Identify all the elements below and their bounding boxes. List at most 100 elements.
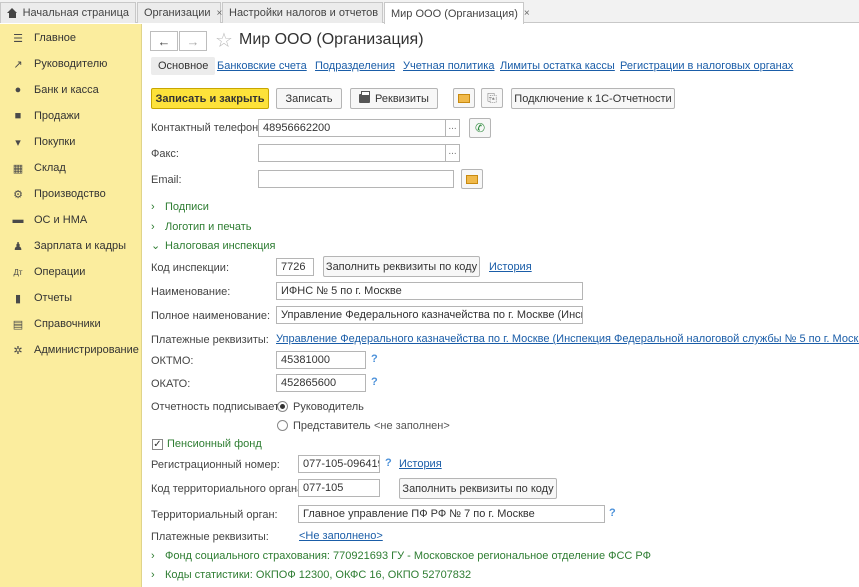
group-statistics-codes[interactable]: › Коды статистики: ОКПОФ 12300, ОКФС 16,… [151,569,471,581]
truck-icon: ▬ [12,214,24,226]
tab-organizations[interactable]: Организации × [137,2,222,23]
requisites-button[interactable]: Реквизиты [350,88,438,109]
group-fss[interactable]: › Фонд социального страхования: 77092169… [151,550,651,562]
sidebar-item-salary[interactable]: ♟ Зарплата и кадры [0,234,142,258]
chevron-right-icon: › [151,550,155,562]
book-icon: ▤ [12,318,24,331]
page-title: Мир ООО (Организация) [239,31,424,48]
subtab-tax-registrations[interactable]: Регистрации в налоговых органах [620,60,793,72]
chevron-right-icon: › [151,569,155,581]
signer-label: Отчетность подписывает: [151,401,283,413]
sidebar-item-label: Зарплата и кадры [34,240,127,252]
group-signatures[interactable]: › Подписи [151,201,209,213]
coins-icon: ● [14,84,22,96]
sidebar-item-main[interactable]: ☰ Главное [0,26,142,50]
arrow-right-icon: → [186,33,200,49]
send-email-button[interactable] [461,169,483,189]
sidebar-item-bank[interactable]: ● Банк и касса [0,78,142,102]
fax-select-button[interactable]: ... [446,144,460,162]
sidebar-item-assets[interactable]: ▬ ОС и НМА [0,208,142,232]
pension-reg-input[interactable]: 077-105-096419 [298,455,380,473]
envelope-icon [466,174,478,184]
favorite-star-icon[interactable]: ☆ [215,28,233,53]
subtab-accounting-policy[interactable]: Учетная политика [403,60,494,72]
pension-code-input[interactable]: 077-105 [298,479,380,497]
pension-organ-input[interactable]: Главное управление ПФ РФ № 7 по г. Москв… [298,505,605,523]
paperclip-icon: ⎘ [487,90,497,105]
person-icon: ♟ [13,240,23,253]
sidebar-item-reports[interactable]: ▮ Отчеты [0,286,142,310]
pension-payment-label: Платежные реквизиты: [151,531,269,543]
button-label: Заполнить реквизиты по коду [325,260,478,273]
okato-input[interactable]: 452865600 [276,374,366,392]
tax-fullname-input[interactable]: Управление Федерального казначейства по … [276,306,583,324]
phone-input[interactable]: 48956662200 [258,119,446,137]
bag-icon: ■ [14,110,22,122]
pension-history-link[interactable]: История [399,458,442,470]
sidebar-item-references[interactable]: ▤ Справочники [0,312,142,336]
tax-code-label: Код инспекции: [151,262,230,274]
tax-code-input[interactable]: 7726 [276,258,314,276]
subtab-cash-limits[interactable]: Лимиты остатка кассы [500,60,615,72]
fax-input[interactable] [258,144,446,162]
sidebar-item-operations[interactable]: Дт Операции [0,260,142,284]
tab-organization-mir[interactable]: Мир ООО (Организация) × [384,2,530,24]
pension-reg-label: Регистрационный номер: [151,459,280,471]
tab-tax-settings[interactable]: Настройки налогов и отчетов × [222,2,390,23]
close-icon[interactable]: × [524,8,530,19]
signer-director-radio[interactable] [277,401,288,412]
phone-select-button[interactable]: ... [446,119,460,137]
oktmo-input[interactable]: 45381000 [276,351,366,369]
sidebar-item-label: Операции [34,266,86,278]
button-label: Реквизиты [375,92,429,105]
group-tax-inspection[interactable]: ⌄ Налоговая инспекция [151,239,275,253]
subtab-bank-accounts[interactable]: Банковские счета [217,60,307,72]
group-pension-fund[interactable]: Пенсионный фонд [167,438,262,450]
pension-code-label: Код территориального органа: [151,483,307,495]
save-and-close-button[interactable]: Записать и закрыть [151,88,269,109]
sidebar-item-production[interactable]: ⚙ Производство [0,182,142,206]
pension-payment-link[interactable]: <Не заполнено> [299,530,383,542]
help-icon[interactable]: ? [371,376,378,388]
chevron-right-icon: › [151,201,155,213]
help-icon[interactable]: ? [371,353,378,365]
menu-icon: ☰ [13,32,23,45]
fax-label: Факс: [151,148,179,160]
sidebar-item-sales[interactable]: ■ Продажи [0,104,142,128]
call-button[interactable]: ✆ [469,118,491,138]
pension-group-toggle[interactable]: ✓ [152,439,163,450]
check-icon: ✓ [153,439,162,450]
sidebar-item-admin[interactable]: ✲ Администрирование [0,338,142,362]
subtab-departments[interactable]: Подразделения [315,60,395,72]
help-icon[interactable]: ? [609,507,616,519]
attach-button[interactable]: ⎘ [481,88,503,108]
phone-label: Контактный телефон: [151,122,262,134]
sidebar-item-label: Продажи [34,110,80,122]
connect-1c-reporting-button[interactable]: Подключение к 1С-Отчетности [511,88,675,109]
sidebar: ☰ Главное ↗ Руководителю ● Банк и касса … [0,24,142,587]
email-input[interactable] [258,170,454,188]
signer-director-label: Руководитель [293,401,364,413]
sidebar-item-purchases[interactable]: ▾ Покупки [0,130,142,154]
help-icon[interactable]: ? [385,457,392,469]
cart-icon: ▾ [15,136,21,149]
subtab-main[interactable]: Основное [151,57,216,75]
sidebar-item-manager[interactable]: ↗ Руководителю [0,52,142,76]
signer-representative-radio[interactable] [277,420,288,431]
settings-icon: ✲ [13,344,23,357]
tab-home[interactable]: Начальная страница [0,2,136,23]
tax-name-input[interactable]: ИФНС № 5 по г. Москве [276,282,583,300]
group-logo[interactable]: › Логотип и печать [151,221,251,233]
fill-by-code-button[interactable]: Заполнить реквизиты по коду [323,256,480,277]
sidebar-item-label: Руководителю [34,58,108,70]
tab-label: Начальная страница [22,7,129,19]
button-label: Подключение к 1С-Отчетности [514,92,672,105]
save-button[interactable]: Записать [276,88,342,109]
email-button[interactable] [453,88,475,108]
tax-history-link[interactable]: История [489,261,532,273]
back-button[interactable]: ← [150,31,178,51]
tax-payment-link[interactable]: Управление Федерального казначейства по … [276,333,859,345]
pension-fill-by-code-button[interactable]: Заполнить реквизиты по коду [399,478,557,499]
forward-button[interactable]: → [179,31,207,51]
sidebar-item-warehouse[interactable]: ▦ Склад [0,156,142,180]
